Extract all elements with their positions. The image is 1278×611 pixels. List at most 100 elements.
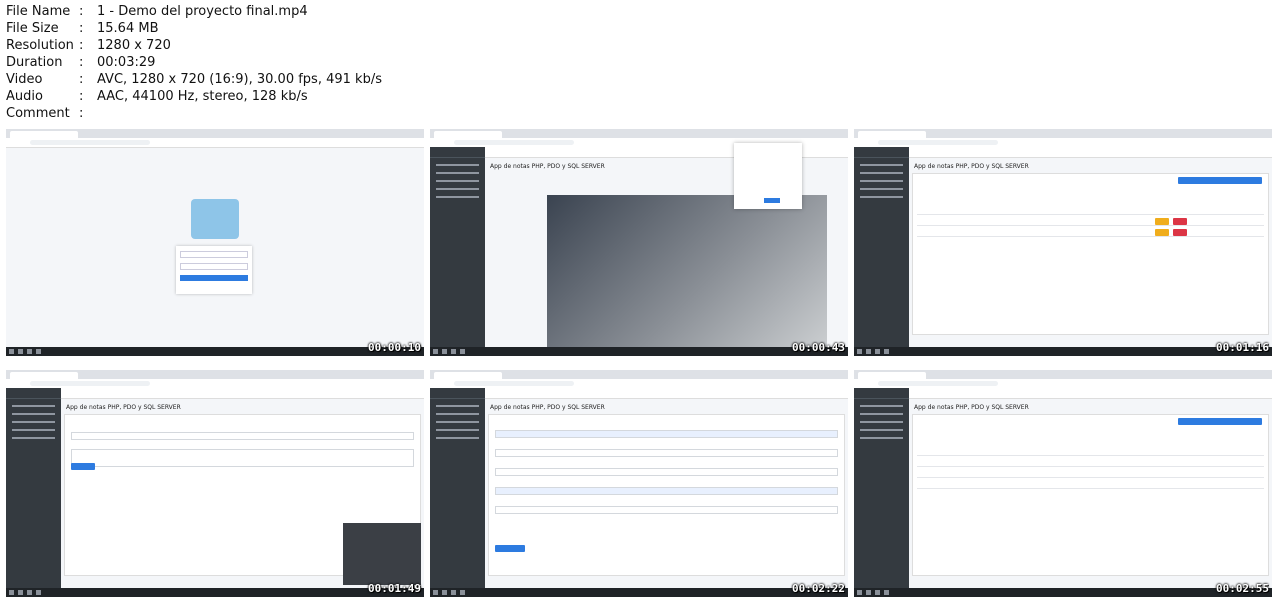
description-field: [71, 449, 414, 467]
taskbar: [430, 588, 848, 597]
thumbnail-users-list[interactable]: App de notas PHP, PDO y SQL SERVER 00:02…: [854, 370, 1272, 597]
info-video: Video: AVC, 1280 x 720 (16:9), 30.00 fps,…: [6, 71, 382, 88]
info-file-size: File Size:15.64 MB: [6, 20, 382, 37]
sidebar: [6, 388, 61, 588]
info-sep: :: [79, 72, 84, 87]
sidebar: [430, 388, 485, 588]
info-duration: Duration:00:03:29: [6, 54, 382, 71]
url-field: [878, 140, 998, 145]
browser-tabbar: [6, 370, 424, 379]
main-area: App de notas PHP, PDO y SQL SERVER: [485, 388, 848, 588]
info-audio: Audio: AAC, 44100 Hz, stereo, 128 kb/s: [6, 88, 382, 105]
table-header: [917, 445, 1264, 456]
save-password-popup: [734, 143, 802, 209]
edit-note-button: [71, 463, 95, 470]
address-bar: [6, 138, 424, 148]
browser-tabbar: [854, 370, 1272, 379]
browser-tab: [858, 131, 926, 138]
users-card: [912, 414, 1269, 576]
thumbnail-edit-note[interactable]: App de notas PHP, PDO y SQL SERVER 00:01…: [6, 370, 424, 597]
info-key: Comment: [6, 106, 70, 121]
password-field: [495, 487, 838, 495]
role-select: [495, 506, 838, 514]
form-card: [488, 414, 845, 576]
taskbar: [430, 347, 848, 356]
email-field: [180, 251, 248, 258]
browser-tabbar: [430, 129, 848, 138]
taskbar: [854, 588, 1272, 597]
save-button: [764, 198, 780, 203]
edit-button: [1155, 218, 1169, 225]
timestamp: 00:02:55: [1216, 582, 1269, 595]
info-value: 00:03:29: [97, 55, 156, 70]
info-value: 15.64 MB: [97, 21, 159, 36]
table-row: [917, 226, 1264, 237]
sidebar: [854, 388, 909, 588]
url-field: [30, 381, 150, 386]
sidebar: [854, 147, 909, 347]
login-illustration: [191, 199, 239, 239]
timestamp: 00:00:43: [792, 341, 845, 354]
title-field: [71, 432, 414, 440]
browser-tabbar: [6, 129, 424, 138]
thumbnail-home[interactable]: App de notas PHP, PDO y SQL SERVER 00:00…: [430, 129, 848, 356]
thumbnail-notes-list[interactable]: App de notas PHP, PDO y SQL SERVER 00:01…: [854, 129, 1272, 356]
info-file-name: File Name:1 - Demo del proyecto final.mp…: [6, 3, 382, 20]
url-field: [30, 140, 150, 145]
create-user-button: [495, 545, 525, 552]
browser-tab: [10, 372, 78, 379]
login-button: [180, 275, 248, 281]
info-key: File Name: [6, 4, 71, 19]
thumbnail-create-user[interactable]: App de notas PHP, PDO y SQL SERVER 00:02…: [430, 370, 848, 597]
page-title: App de notas PHP, PDO y SQL SERVER: [914, 163, 1029, 170]
info-key: Duration: [6, 55, 63, 70]
info-value: 1280 x 720: [97, 38, 171, 53]
timestamp: 00:02:22: [792, 582, 845, 595]
info-key: Audio: [6, 89, 43, 104]
info-resolution: Resolution:1280 x 720: [6, 37, 382, 54]
page-title: App de notas PHP, PDO y SQL SERVER: [66, 404, 181, 411]
url-field: [878, 381, 998, 386]
name-field: [495, 449, 838, 457]
page-title: App de notas PHP, PDO y SQL SERVER: [490, 404, 605, 411]
taskbar: [6, 347, 424, 356]
browser-tab: [10, 131, 78, 138]
add-note-button: [1178, 177, 1262, 184]
phone-field: [495, 468, 838, 476]
table-row: [917, 456, 1264, 467]
main-area: App de notas PHP, PDO y SQL SERVER: [909, 388, 1272, 588]
thumbnail-login[interactable]: 00:00:10: [6, 129, 424, 356]
browser-tab: [858, 372, 926, 379]
info-sep: :: [79, 89, 84, 104]
main-area: App de notas PHP, PDO y SQL SERVER: [909, 147, 1272, 347]
sidebar: [430, 147, 485, 347]
table-row: [917, 215, 1264, 226]
url-field: [454, 140, 574, 145]
edit-button: [1155, 229, 1169, 236]
page-title: App de notas PHP, PDO y SQL SERVER: [490, 163, 605, 170]
info-sep: :: [79, 21, 84, 36]
table-row: [917, 467, 1264, 478]
email-field: [495, 430, 838, 438]
notification-toast: [343, 523, 421, 585]
url-field: [454, 381, 574, 386]
info-value: AAC, 44100 Hz, stereo, 128 kb/s: [97, 89, 308, 104]
add-user-button: [1178, 418, 1262, 425]
info-key: Video: [6, 72, 43, 87]
info-sep: :: [79, 38, 84, 53]
table-row: [917, 478, 1264, 489]
taskbar: [6, 588, 424, 597]
browser-tabbar: [854, 129, 1272, 138]
hero-photo: [547, 195, 827, 356]
browser-tab: [434, 372, 502, 379]
info-sep: :: [79, 55, 84, 70]
delete-button: [1173, 229, 1187, 236]
info-sep: :: [79, 106, 84, 121]
browser-tab: [434, 131, 502, 138]
info-key: Resolution: [6, 38, 74, 53]
notes-card: [912, 173, 1269, 335]
timestamp: 00:00:10: [368, 341, 421, 354]
browser-tabbar: [430, 370, 848, 379]
page-title: App de notas PHP, PDO y SQL SERVER: [914, 404, 1029, 411]
timestamp: 00:01:16: [1216, 341, 1269, 354]
